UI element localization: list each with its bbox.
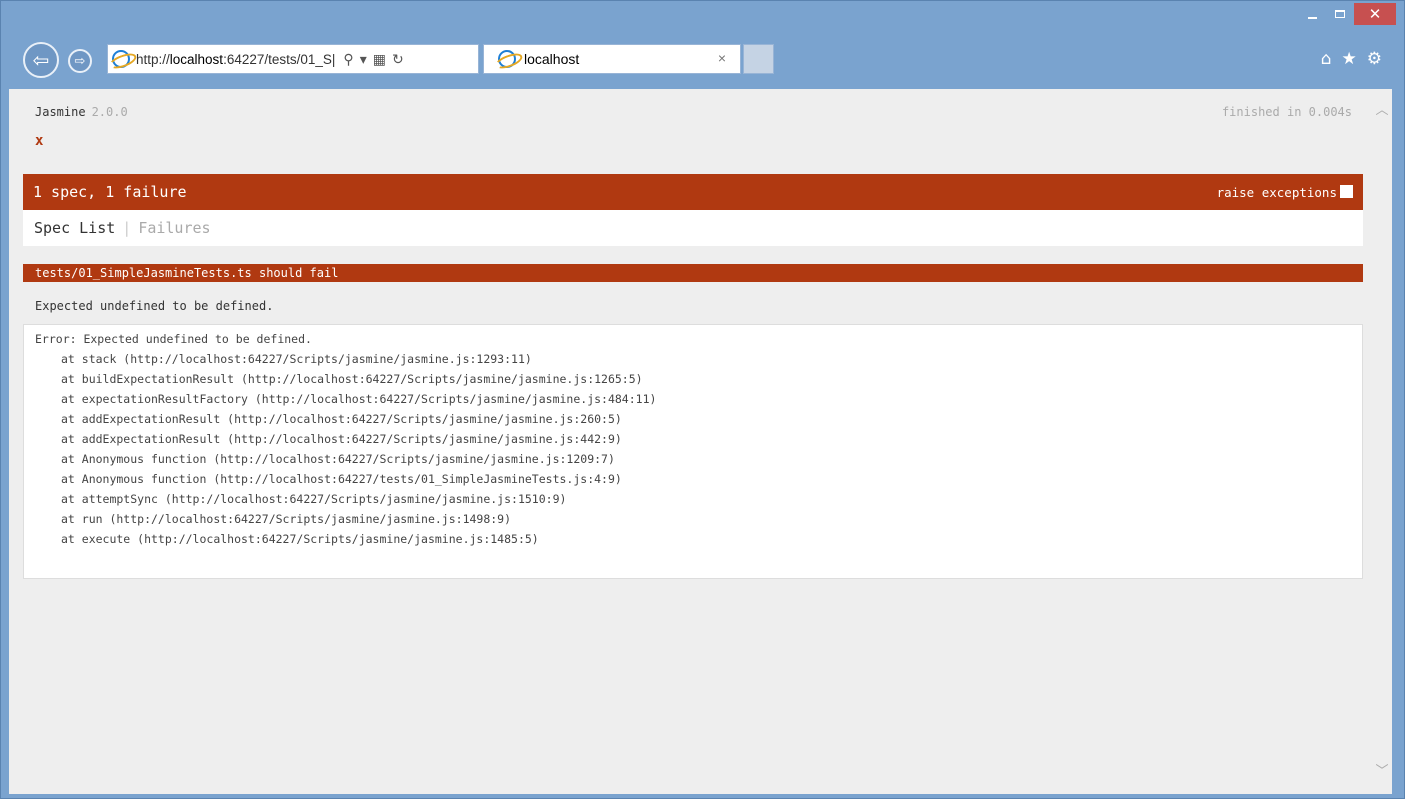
- address-tools: ⚲ ▾ ▦ ↻: [343, 51, 403, 68]
- ie-page-icon: [112, 50, 130, 68]
- forward-arrow-icon: ⇨: [74, 53, 86, 69]
- tab-favicon-icon: [498, 50, 516, 68]
- page-content: Jasmine 2.0.0 finished in 0.004s x 1 spec…: [9, 89, 1392, 794]
- failure-message: Expected undefined to be defined.: [35, 299, 274, 313]
- compatibility-view-icon[interactable]: ▦: [373, 51, 386, 68]
- browser-window: ✕ ⇦ ⇨ http://localhost:64227/tests/01_S|…: [0, 0, 1405, 799]
- new-tab-button[interactable]: [743, 44, 774, 74]
- tab-title: localhost: [524, 51, 580, 67]
- browser-tool-icons: ⌂ ★ ⚙: [1321, 49, 1382, 69]
- stack-header: Error: Expected undefined to be defined.: [35, 332, 312, 346]
- forward-button[interactable]: ⇨: [68, 49, 92, 73]
- raise-exceptions-control[interactable]: raise exceptions: [1217, 185, 1353, 200]
- stack-line: at run (http://localhost:64227/Scripts/j…: [61, 512, 512, 526]
- address-url[interactable]: http://localhost:64227/tests/01_S|: [136, 52, 335, 67]
- failures-link[interactable]: Failures: [138, 219, 210, 237]
- failure-summary-bar: 1 spec, 1 failure raise exceptions: [23, 174, 1363, 210]
- address-bar[interactable]: http://localhost:64227/tests/01_S| ⚲ ▾ ▦…: [107, 44, 479, 74]
- jasmine-banner: Jasmine 2.0.0: [35, 105, 128, 119]
- tab-close-icon[interactable]: ×: [718, 50, 726, 66]
- spec-summary: 1 spec, 1 failure: [33, 183, 187, 201]
- maximize-icon: [1335, 10, 1345, 18]
- duration: finished in 0.004s: [1221, 105, 1352, 119]
- close-window-button[interactable]: ✕: [1354, 3, 1396, 25]
- stack-line: at attemptSync (http://localhost:64227/S…: [61, 492, 567, 506]
- address-prefix: http://: [136, 51, 170, 67]
- close-icon: ✕: [1368, 5, 1382, 23]
- stack-line: at Anonymous function (http://localhost:…: [61, 452, 615, 466]
- tab-localhost[interactable]: localhost ×: [483, 44, 741, 74]
- spec-list-link[interactable]: Spec List: [34, 219, 115, 237]
- navigation-bar: ⇦ ⇨ http://localhost:64227/tests/01_S| ⚲…: [23, 41, 1394, 79]
- failed-spec-symbol[interactable]: x: [35, 133, 43, 149]
- raise-exceptions-label: raise exceptions: [1216, 184, 1337, 200]
- results-menu: Spec List | Failures: [23, 210, 1363, 246]
- stack-line: at stack (http://localhost:64227/Scripts…: [61, 352, 532, 366]
- raise-exceptions-checkbox[interactable]: [1340, 185, 1353, 198]
- caption-buttons: ✕: [1298, 3, 1396, 27]
- stack-line: at Anonymous function (http://localhost:…: [61, 472, 622, 486]
- scroll-down-icon[interactable]: ﹀: [1375, 760, 1389, 779]
- home-icon[interactable]: ⌂: [1321, 49, 1332, 69]
- jasmine-title: Jasmine: [35, 105, 86, 119]
- refresh-icon[interactable]: ↻: [392, 51, 404, 68]
- minimize-button[interactable]: [1298, 3, 1326, 25]
- settings-gear-icon[interactable]: ⚙: [1367, 49, 1382, 69]
- back-arrow-icon: ⇦: [32, 48, 50, 72]
- stack-line: at execute (http://localhost:64227/Scrip…: [61, 532, 539, 546]
- stack-line: at addExpectationResult (http://localhos…: [61, 412, 622, 426]
- dropdown-arrow-icon[interactable]: ▾: [360, 51, 367, 68]
- address-host: localhost: [169, 51, 224, 67]
- stack-line: at addExpectationResult (http://localhos…: [61, 432, 622, 446]
- stack-line: at expectationResultFactory (http://loca…: [61, 392, 657, 406]
- maximize-button[interactable]: [1326, 3, 1354, 25]
- address-path: :64227/tests/01_S|: [223, 51, 336, 67]
- vertical-scrollbar[interactable]: ︿ ﹀: [1371, 89, 1392, 794]
- back-button[interactable]: ⇦: [23, 42, 59, 78]
- scroll-up-icon[interactable]: ︿: [1375, 99, 1389, 118]
- failed-spec-description[interactable]: tests/01_SimpleJasmineTests.ts should fa…: [23, 264, 1363, 282]
- minimize-icon: [1307, 17, 1317, 19]
- search-icon[interactable]: ⚲: [343, 51, 353, 68]
- menu-separator: |: [122, 219, 132, 237]
- jasmine-version: 2.0.0: [91, 105, 128, 119]
- stack-line: at buildExpectationResult (http://localh…: [61, 372, 643, 386]
- stack-trace: Error: Expected undefined to be defined.…: [23, 324, 1363, 579]
- favorites-star-icon[interactable]: ★: [1342, 49, 1357, 69]
